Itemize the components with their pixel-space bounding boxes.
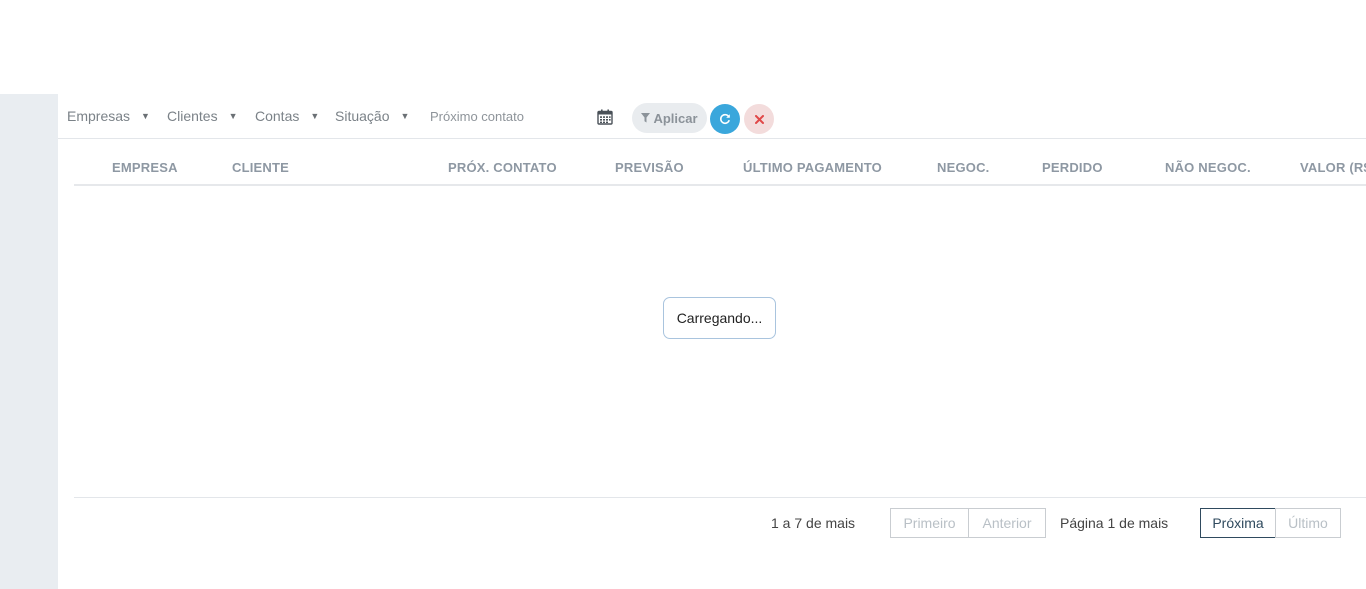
contas-dropdown[interactable]: Contas ▼: [255, 108, 319, 124]
loading-indicator: Carregando...: [663, 297, 776, 339]
calendar-icon[interactable]: [597, 109, 613, 125]
next-page-button[interactable]: Próxima: [1200, 508, 1276, 538]
caret-down-icon: ▼: [228, 111, 238, 121]
column-header-prox-contato[interactable]: PRÓX. CONTATO: [448, 160, 557, 175]
last-page-button[interactable]: Último: [1275, 508, 1341, 538]
records-range-text: 1 a 7 de mais: [771, 515, 856, 531]
filter-bar: Empresas ▼ Clientes ▼ Contas ▼ Situação ▼ Pr…: [58, 94, 1366, 139]
page-indicator: Página 1 de mais: [1060, 515, 1169, 531]
previous-page-button[interactable]: Anterior: [968, 508, 1046, 538]
apply-label: Aplicar: [653, 110, 698, 126]
column-header-perdido[interactable]: PERDIDO: [1042, 160, 1103, 175]
first-page-button[interactable]: Primeiro: [890, 508, 969, 538]
refresh-button[interactable]: [710, 104, 740, 134]
column-header-ultimo-pagamento[interactable]: ÚLTIMO PAGAMENTO: [743, 160, 882, 175]
caret-down-icon: ▼: [310, 111, 320, 121]
caret-down-icon: ▼: [141, 111, 150, 121]
column-header-cliente[interactable]: CLIENTE: [232, 160, 289, 175]
caret-down-icon: ▼: [400, 111, 410, 121]
empresas-label: Empresas: [67, 108, 131, 124]
proximo-contato-input[interactable]: Próximo contato: [430, 109, 524, 124]
footer-divider: [74, 497, 1366, 498]
column-header-negoc[interactable]: NEGOC.: [937, 160, 989, 175]
empresas-dropdown[interactable]: Empresas ▼: [67, 108, 150, 124]
clientes-label: Clientes: [167, 108, 218, 124]
contas-label: Contas: [255, 108, 300, 124]
column-header-valor[interactable]: VALOR (R$: [1300, 160, 1366, 175]
column-header-previsao[interactable]: PREVISÃO: [615, 160, 684, 175]
table-header: EMPRESA CLIENTE PRÓX. CONTATO PREVISÃO Ú…: [74, 152, 1366, 186]
apply-filter-button[interactable]: Aplicar: [632, 103, 707, 133]
clientes-dropdown[interactable]: Clientes ▼: [167, 108, 238, 124]
close-icon: [754, 114, 764, 124]
situacao-label: Situação: [335, 108, 390, 124]
left-sidebar: [0, 94, 58, 589]
column-header-nao-negoc[interactable]: NÃO NEGOC.: [1165, 160, 1251, 175]
refresh-icon: [719, 113, 730, 125]
clear-filters-button[interactable]: [744, 104, 774, 134]
column-header-empresa[interactable]: EMPRESA: [112, 160, 178, 175]
filter-icon: [641, 113, 651, 123]
situacao-dropdown[interactable]: Situação ▼: [335, 108, 409, 124]
